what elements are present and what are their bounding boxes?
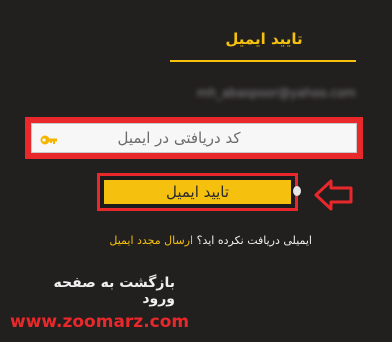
tab-underline — [170, 60, 356, 62]
arrow-left-icon — [314, 179, 353, 211]
confirm-email-button[interactable]: تایید ایمیل — [104, 180, 291, 204]
tab-verify-email[interactable]: تایید ایمیل — [206, 30, 322, 48]
watermark: www.zoomarz.com — [10, 312, 190, 332]
resend-email-link[interactable]: ارسال مجدد ایمیل — [109, 234, 193, 247]
key-icon — [40, 135, 57, 145]
user-email-blurred: mh_abaspoor@yahoo.com — [196, 86, 356, 100]
resend-question: ایمیلی دریافت نکرده اید؟ — [196, 234, 312, 247]
button-edge-dot — [293, 186, 301, 196]
confirm-button-highlight: تایید ایمیل — [97, 173, 298, 211]
resend-line: ایمیلی دریافت نکرده اید؟ ارسال مجدد ایمی… — [109, 234, 312, 247]
back-to-login-link[interactable]: بازگشت به صفحه ورود — [44, 275, 175, 307]
code-field-highlight — [25, 117, 363, 159]
code-field[interactable] — [31, 123, 357, 153]
code-input[interactable] — [32, 124, 356, 152]
